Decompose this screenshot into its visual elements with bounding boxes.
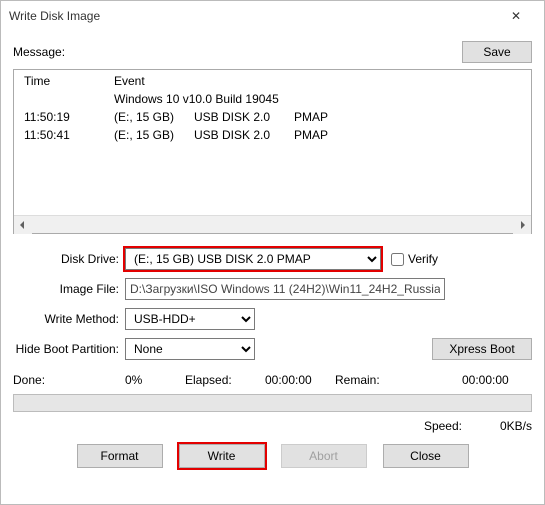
image-file-label: Image File: <box>13 282 125 296</box>
done-value: 0% <box>125 373 185 387</box>
message-row: Message: Save <box>13 39 532 65</box>
write-method-select[interactable]: USB-HDD+ <box>125 308 255 330</box>
format-button[interactable]: Format <box>77 444 163 468</box>
table-row: Windows 10 v10.0 Build 19045 <box>24 90 521 108</box>
horizontal-scrollbar[interactable] <box>14 215 531 233</box>
write-method-row: Write Method: USB-HDD+ <box>13 304 532 334</box>
message-label: Message: <box>13 45 458 59</box>
event-log: Time Event Windows 10 v10.0 Build 19045 … <box>13 69 532 234</box>
verify-checkbox[interactable] <box>391 253 404 266</box>
table-row: 11:50:41 (E:, 15 GB) USB DISK 2.0 PMAP <box>24 126 521 144</box>
verify-label: Verify <box>408 252 438 266</box>
event-body: Windows 10 v10.0 Build 19045 11:50:19 (E… <box>14 90 531 215</box>
image-file-field[interactable] <box>125 278 445 300</box>
form-area: Disk Drive: (E:, 15 GB) USB DISK 2.0 PMA… <box>13 244 532 468</box>
done-label: Done: <box>13 373 125 387</box>
disk-drive-select[interactable]: (E:, 15 GB) USB DISK 2.0 PMAP <box>125 248 381 270</box>
event-header: Time Event <box>14 70 531 90</box>
progress-bar <box>13 394 532 412</box>
bottom-buttons: Format Write Abort Close <box>13 444 532 468</box>
event-col-event: Event <box>114 74 521 88</box>
close-button[interactable]: Close <box>383 444 469 468</box>
remain-label: Remain: <box>335 373 462 387</box>
remain-value: 00:00:00 <box>462 373 532 387</box>
hide-boot-label: Hide Boot Partition: <box>13 342 125 356</box>
window-title: Write Disk Image <box>9 9 496 23</box>
write-button[interactable]: Write <box>179 444 265 468</box>
titlebar: Write Disk Image ✕ <box>1 1 544 31</box>
write-method-label: Write Method: <box>13 312 125 326</box>
elapsed-label: Elapsed: <box>185 373 265 387</box>
table-row: 11:50:19 (E:, 15 GB) USB DISK 2.0 PMAP <box>24 108 521 126</box>
event-col-time: Time <box>24 74 114 88</box>
save-button[interactable]: Save <box>462 41 532 63</box>
xpress-boot-button[interactable]: Xpress Boot <box>432 338 532 360</box>
scroll-left-icon[interactable] <box>14 216 32 234</box>
scroll-right-icon[interactable] <box>513 216 531 234</box>
hide-boot-select[interactable]: None <box>125 338 255 360</box>
verify-checkbox-wrap: Verify <box>391 252 438 266</box>
hide-boot-row: Hide Boot Partition: None Xpress Boot <box>13 334 532 364</box>
speed-row: Speed: 0KB/s <box>13 412 532 440</box>
content-area: Message: Save Time Event Windows 10 v10.… <box>1 31 544 504</box>
disk-drive-label: Disk Drive: <box>13 252 125 266</box>
disk-drive-row: Disk Drive: (E:, 15 GB) USB DISK 2.0 PMA… <box>13 244 532 274</box>
elapsed-value: 00:00:00 <box>265 373 335 387</box>
write-disk-image-window: Write Disk Image ✕ Message: Save Time Ev… <box>0 0 545 505</box>
stats-row: Done: 0% Elapsed: 00:00:00 Remain: 00:00… <box>13 368 532 392</box>
speed-label: Speed: <box>402 419 462 433</box>
speed-value: 0KB/s <box>462 419 532 433</box>
abort-button[interactable]: Abort <box>281 444 367 468</box>
image-file-row: Image File: <box>13 274 532 304</box>
close-icon[interactable]: ✕ <box>496 1 536 31</box>
